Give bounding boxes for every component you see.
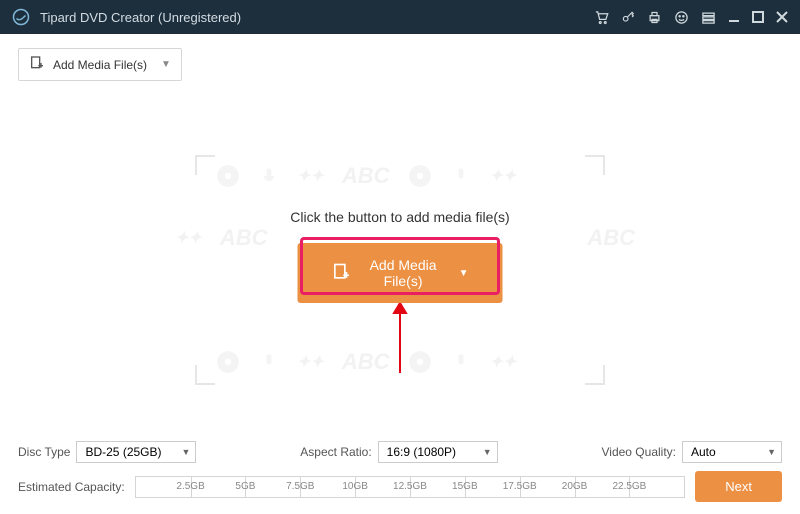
corner-frame — [585, 155, 605, 175]
capacity-ruler: 2.5GB 5GB 7.5GB 10GB 12.5GB 15GB 17.5GB 20GB 22.… — [135, 476, 686, 498]
disc-type-select[interactable]: BD-25 (25GB) — [76, 441, 196, 463]
add-media-big-label: Add Media File(s) — [364, 257, 443, 289]
drop-area: ✦✦ ABC ✦✦ ✦✦ ABC ABC ✦✦ ABC ✦✦ Click the… — [195, 155, 605, 385]
add-media-small-button[interactable]: Add Media File(s) ▼ — [18, 48, 182, 81]
watermark-row: ✦✦ ABC — [175, 225, 267, 251]
ruler-tick-label: 5GB — [235, 481, 255, 492]
watermark-row: ✦✦ ABC ✦✦ — [215, 163, 516, 189]
app-logo-icon — [12, 8, 30, 26]
add-file-icon — [332, 262, 352, 285]
capacity-label: Estimated Capacity: — [18, 480, 125, 494]
aspect-ratio-label: Aspect Ratio: — [300, 445, 371, 459]
watermark-row: ✦✦ ABC ✦✦ — [215, 349, 516, 375]
ruler-tick-label: 12.5GB — [393, 481, 427, 492]
key-icon[interactable] — [621, 10, 635, 24]
close-icon[interactable] — [776, 11, 788, 23]
bottom-bar: Disc Type BD-25 (25GB) Aspect Ratio: 16:… — [0, 431, 800, 514]
feedback-icon[interactable] — [674, 10, 689, 25]
disc-type-label: Disc Type — [18, 445, 70, 459]
next-button[interactable]: Next — [695, 471, 782, 502]
preferences-icon[interactable] — [701, 10, 716, 25]
add-media-small-label: Add Media File(s) — [53, 58, 147, 72]
corner-frame — [585, 365, 605, 385]
chevron-down-icon: ▼ — [161, 59, 171, 70]
add-media-big-button[interactable]: Add Media File(s) ▼ — [298, 243, 503, 303]
ruler-tick-label: 22.5GB — [612, 481, 646, 492]
ruler-tick-label: 20GB — [562, 481, 588, 492]
ruler-tick-label: 2.5GB — [176, 481, 204, 492]
chevron-down-icon: ▼ — [459, 268, 469, 279]
video-quality-select[interactable]: Auto — [682, 441, 782, 463]
corner-frame — [195, 365, 215, 385]
cart-icon[interactable] — [594, 10, 609, 25]
ruler-tick-label: 10GB — [342, 481, 368, 492]
app-title: Tipard DVD Creator (Unregistered) — [40, 10, 594, 25]
print-icon[interactable] — [647, 10, 662, 25]
toolbar: Add Media File(s) ▼ — [0, 34, 800, 95]
video-quality-label: Video Quality: — [602, 445, 677, 459]
ruler-tick-label: 7.5GB — [286, 481, 314, 492]
aspect-ratio-select[interactable]: 16:9 (1080P) — [378, 441, 498, 463]
maximize-icon[interactable] — [752, 11, 764, 23]
minimize-icon[interactable] — [728, 11, 740, 23]
corner-frame — [195, 155, 215, 175]
add-file-icon — [29, 55, 45, 74]
drop-instruction: Click the button to add media file(s) — [195, 209, 605, 225]
ruler-tick-label: 15GB — [452, 481, 478, 492]
watermark-row: ABC — [587, 225, 635, 251]
title-bar: Tipard DVD Creator (Unregistered) — [0, 0, 800, 34]
ruler-tick-label: 17.5GB — [503, 481, 537, 492]
